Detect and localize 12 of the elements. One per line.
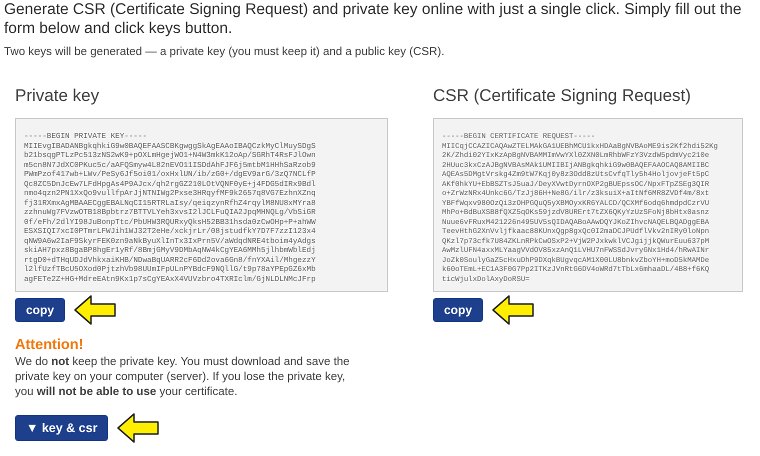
copy-button[interactable]: copy bbox=[15, 298, 66, 322]
attention-text: We do not keep the private key. You must download and save the private key on your computer (server). If you lose the private key, you will not be able to use your certificate. bbox=[15, 355, 351, 400]
panel-title: Private key bbox=[15, 86, 100, 106]
panel-title: CSR (Certificate Signing Request) bbox=[433, 86, 692, 106]
arrow-icon bbox=[73, 294, 118, 326]
attention-heading: Attention! bbox=[15, 337, 84, 353]
intro-text: Generate CSR (Certificate Signing Request) and private key online with just a single click. Simply fill out the form below and click keys button. bbox=[4, 0, 742, 38]
copy-button[interactable]: copy bbox=[433, 298, 484, 322]
arrow-icon bbox=[116, 412, 160, 444]
toggle-button[interactable]: ▼ key & csr bbox=[15, 415, 108, 441]
note-text: Two keys will be generated — a private key (you must keep it) and a public key (CSR). bbox=[4, 46, 446, 58]
arrow-icon bbox=[491, 294, 536, 326]
